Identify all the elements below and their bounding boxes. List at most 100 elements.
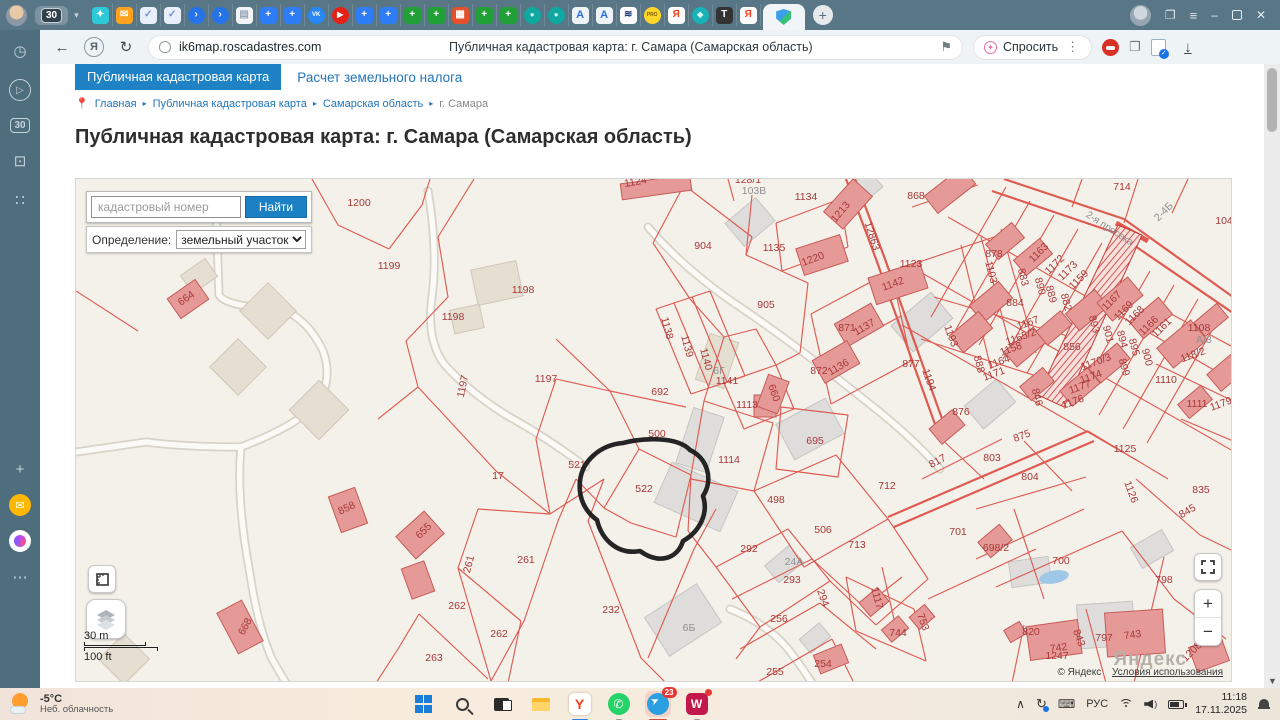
minimize-button[interactable]: –: [1211, 8, 1218, 22]
browser-tab[interactable]: +: [281, 4, 305, 26]
user-avatar[interactable]: [1130, 5, 1151, 26]
browser-tab[interactable]: +: [353, 4, 377, 26]
ask-alice-button[interactable]: ✦ Спросить ⋮: [973, 35, 1092, 60]
reload-button[interactable]: ↻: [114, 38, 138, 56]
kebab-icon[interactable]: ⋮: [1064, 39, 1081, 55]
browser-tab[interactable]: A: [593, 4, 617, 26]
browser-tab[interactable]: ›: [185, 4, 209, 26]
close-button[interactable]: ✕: [1256, 8, 1266, 22]
sync-icon[interactable]: ↻: [1036, 696, 1047, 712]
adblock-icon[interactable]: [1102, 39, 1119, 56]
back-button[interactable]: ←: [50, 39, 74, 56]
address-bar[interactable]: ik6map.roscadastres.com Публичная кадаст…: [148, 35, 963, 60]
browser-tab[interactable]: +: [377, 4, 401, 26]
file-explorer-button[interactable]: [528, 691, 554, 717]
maximize-button[interactable]: [1232, 10, 1242, 20]
tray-expand-icon[interactable]: ∧: [1016, 697, 1025, 711]
browser-tab[interactable]: ▦: [449, 4, 473, 26]
browser-tab[interactable]: +: [473, 4, 497, 26]
whatsapp-button[interactable]: ✆: [606, 691, 632, 717]
search-button[interactable]: Найти: [245, 196, 307, 218]
search-input[interactable]: [91, 196, 241, 218]
doc-check-extension-icon[interactable]: [1151, 39, 1166, 56]
breadcrumb-item[interactable]: Публичная кадастровая карта: [153, 98, 307, 110]
breadcrumb-item[interactable]: Самарская область: [323, 98, 423, 110]
alice-icon[interactable]: [9, 530, 31, 552]
browser-tab[interactable]: +: [257, 4, 281, 26]
yandex-button[interactable]: Я: [84, 37, 104, 57]
browser-tab[interactable]: Я: [665, 4, 689, 26]
browser-tab[interactable]: ✦: [89, 4, 113, 26]
clock[interactable]: 11:18 17.11.2025: [1195, 691, 1247, 717]
breadcrumb-item[interactable]: Главная: [95, 98, 137, 110]
tab-cadastral-map[interactable]: Публичная кадастровая карта: [75, 64, 281, 90]
svg-text:498: 498: [767, 494, 785, 506]
browser-tab[interactable]: ●: [521, 4, 545, 26]
browser-tab[interactable]: PRO: [641, 4, 665, 26]
yandex-browser-button[interactable]: Y: [567, 691, 593, 717]
browser-tab[interactable]: ●: [545, 4, 569, 26]
search-taskbar-button[interactable]: [450, 691, 476, 717]
zoom-out-button[interactable]: −: [1195, 618, 1221, 645]
mail-icon[interactable]: ✉: [9, 494, 31, 516]
profile-avatar[interactable]: [6, 5, 27, 26]
browser-tab[interactable]: +: [425, 4, 449, 26]
new-tab-button[interactable]: +: [813, 5, 833, 25]
battery-icon[interactable]: [1168, 700, 1184, 709]
browser-tab[interactable]: Я: [737, 4, 761, 26]
downloads-icon[interactable]: ↓: [1176, 39, 1200, 56]
browser-tab[interactable]: ✓: [137, 4, 161, 26]
calendar-30-icon[interactable]: 30: [10, 118, 29, 133]
volume-icon[interactable]: ): [1144, 699, 1157, 709]
more-icon[interactable]: ⋯: [9, 566, 31, 588]
browser-tab[interactable]: A: [569, 4, 593, 26]
map-container[interactable]: 1200119911981198119711976648586556681752…: [75, 178, 1232, 682]
wildberries-button[interactable]: W: [684, 691, 710, 717]
zoom-in-button[interactable]: +: [1195, 590, 1221, 618]
weather-icon: [10, 692, 34, 716]
browser-tab[interactable]: ◆: [689, 4, 713, 26]
browser-tab[interactable]: ›: [209, 4, 233, 26]
bookmark-icon[interactable]: ⚑: [940, 39, 952, 55]
browser-tab[interactable]: +: [401, 4, 425, 26]
browser-tab[interactable]: ▶: [329, 4, 353, 26]
weather-widget[interactable]: -5°C Неб. облачность: [10, 692, 220, 716]
browser-tab[interactable]: +: [497, 4, 521, 26]
svg-text:872: 872: [810, 365, 828, 377]
touch-keyboard-icon[interactable]: ⌨: [1058, 697, 1075, 711]
tab-search-icon[interactable]: ❐: [1165, 8, 1176, 22]
menu-icon[interactable]: ≡: [1190, 8, 1198, 23]
page-title-in-omnibox: Публичная кадастровая карта: г. Самара (…: [329, 40, 932, 54]
telegram-button[interactable]: 23: [645, 691, 671, 717]
scroll-down-arrow[interactable]: ▼: [1268, 676, 1277, 686]
definition-select[interactable]: земельный участок: [176, 230, 306, 249]
video-icon[interactable]: ▷: [9, 79, 31, 101]
browser-tab[interactable]: ✓: [161, 4, 185, 26]
screenshot-icon[interactable]: ⊡: [9, 150, 31, 172]
add-panel-icon[interactable]: +: [9, 458, 31, 480]
task-view-button[interactable]: [489, 691, 515, 717]
fullscreen-button[interactable]: [1194, 553, 1222, 581]
apps-grid-icon[interactable]: ∷: [9, 189, 31, 211]
browser-tab[interactable]: ✉: [113, 4, 137, 26]
terms-link[interactable]: Условия использования: [1112, 667, 1223, 678]
measure-button[interactable]: [88, 565, 116, 593]
browser-tab[interactable]: ≋: [617, 4, 641, 26]
chevron-down-icon[interactable]: ▾: [74, 10, 79, 21]
site-security-icon[interactable]: [159, 41, 171, 53]
notifications-bell-icon[interactable]: [1258, 698, 1270, 710]
panels-icon[interactable]: ❐: [1129, 39, 1141, 55]
browser-tab[interactable]: VK: [305, 4, 329, 26]
start-button[interactable]: [411, 691, 437, 717]
map-copyright: © Яндекс Условия использования: [1057, 667, 1223, 678]
browser-tab[interactable]: Т: [713, 4, 737, 26]
tab-land-tax[interactable]: Расчет земельного налога: [293, 64, 466, 91]
wifi-icon[interactable]: [1119, 699, 1133, 710]
language-indicator[interactable]: РУС: [1086, 698, 1108, 710]
page-scrollbar[interactable]: ▼: [1264, 64, 1280, 688]
history-icon[interactable]: ◷: [9, 40, 31, 62]
browser-tab[interactable]: ▤: [233, 4, 257, 26]
active-tab[interactable]: [763, 4, 805, 30]
tab-group-chip[interactable]: 30: [35, 6, 68, 25]
scrollbar-thumb[interactable]: [1267, 68, 1277, 132]
